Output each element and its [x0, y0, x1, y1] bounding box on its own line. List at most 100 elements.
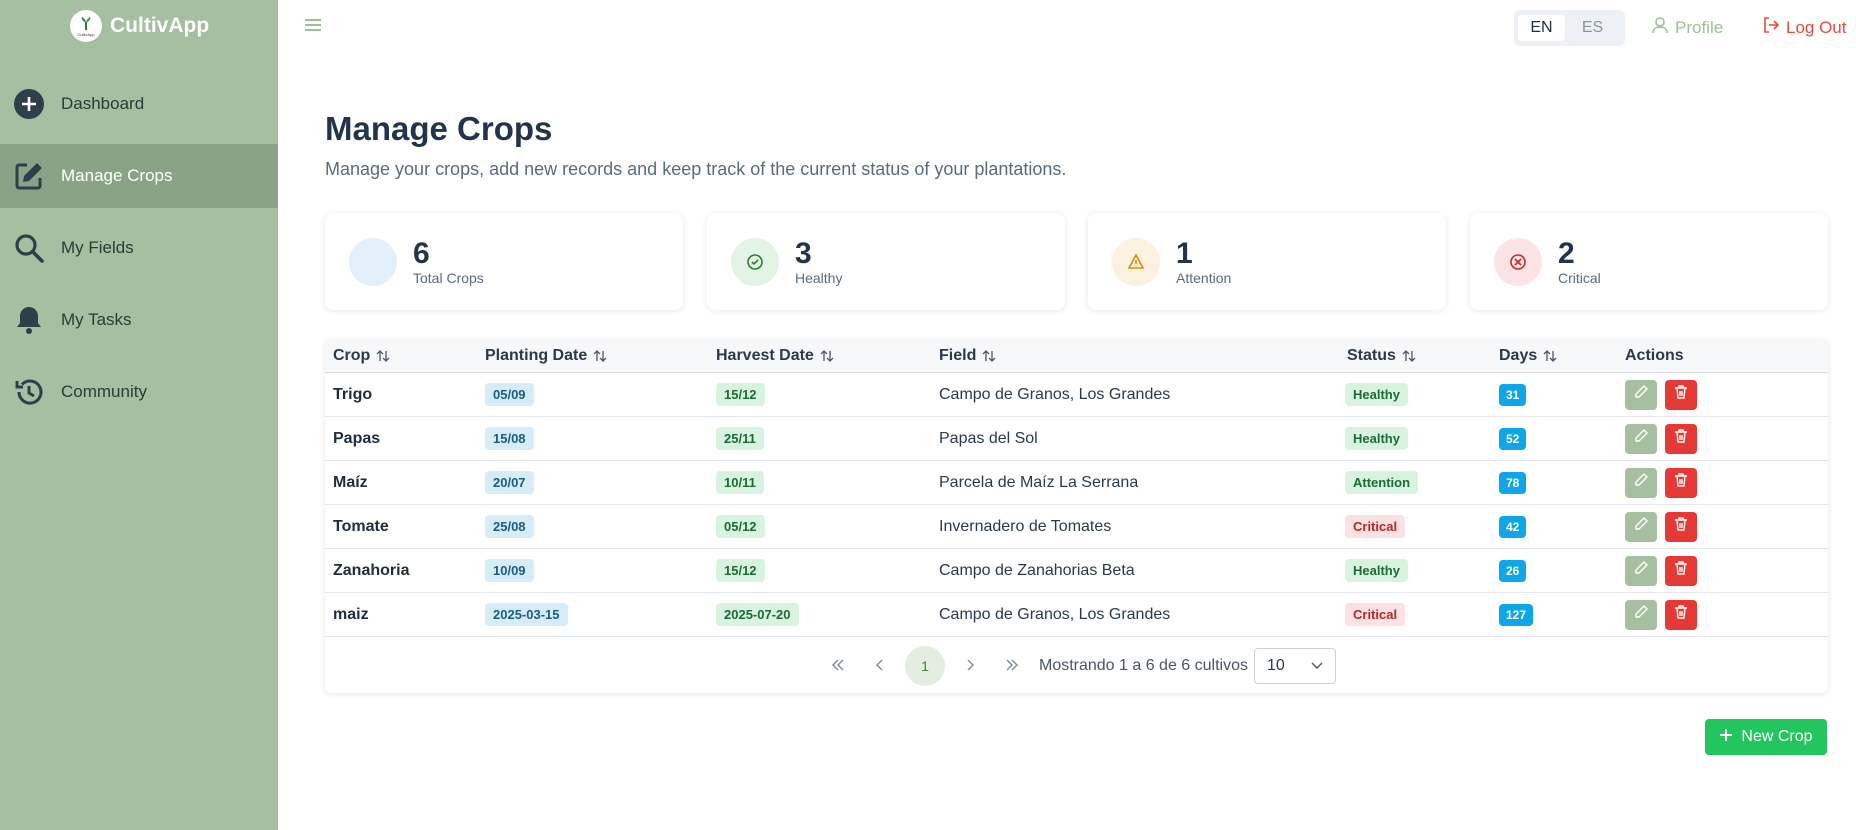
- new-crop-button[interactable]: New Crop: [1705, 719, 1827, 755]
- trash-icon: [1674, 604, 1688, 625]
- status-badge: Critical: [1345, 603, 1406, 626]
- edit-icon: [12, 159, 46, 193]
- days-badge: 127: [1499, 603, 1534, 626]
- th-status[interactable]: Status: [1347, 339, 1416, 373]
- table-row: Zanahoria 10/09 15/12 Campo de Zanahorias B…: [325, 549, 1828, 593]
- edit-button[interactable]: [1625, 511, 1657, 542]
- cell-field: Papas del Sol: [939, 429, 1038, 447]
- trash-icon: [1674, 560, 1688, 581]
- cell-days: 127: [1499, 593, 1534, 636]
- brand[interactable]: CultivApp CultivApp: [70, 10, 209, 42]
- th-days[interactable]: Days: [1499, 339, 1557, 373]
- prev-page-button[interactable]: [863, 649, 897, 683]
- pagination-info: Mostrando 1 a 6 de 6 cultivos: [1038, 657, 1248, 674]
- cell-actions: [1625, 373, 1705, 416]
- app-logo-icon: CultivApp: [70, 10, 102, 42]
- user-icon: [1651, 16, 1669, 39]
- plus-circle-icon: [12, 87, 46, 121]
- delete-button[interactable]: [1665, 599, 1697, 630]
- chevron-left-icon: [875, 658, 884, 674]
- last-page-button[interactable]: [995, 649, 1029, 683]
- double-chevron-right-icon: [1005, 658, 1019, 674]
- th-planting-date[interactable]: Planting Date: [485, 339, 607, 373]
- cell-days: 52: [1499, 417, 1527, 460]
- logout-icon: [1762, 16, 1780, 39]
- cell-actions: [1625, 461, 1705, 504]
- cell-planting-date: 25/08: [485, 505, 534, 548]
- chevron-right-icon: [966, 658, 974, 674]
- cell-harvest-date: 05/12: [716, 505, 765, 548]
- stat-card-total: 6 Total Crops: [325, 213, 683, 310]
- table-row: maiz 2025-03-15 2025-07-20 Campo de Granos,…: [325, 593, 1828, 637]
- search-icon: [12, 231, 46, 265]
- bell-icon: [12, 303, 46, 337]
- pencil-icon: [1633, 472, 1649, 493]
- sidebar-item-my-tasks[interactable]: My Tasks: [0, 288, 278, 352]
- page-button-current[interactable]: 1: [904, 646, 945, 686]
- th-harvest-date[interactable]: Harvest Date: [716, 339, 834, 373]
- planting-date-pill: 05/09: [485, 383, 534, 406]
- pencil-icon: [1633, 384, 1649, 405]
- cell-harvest-date: 2025-07-20: [716, 593, 799, 636]
- cell-harvest-date: 15/12: [716, 549, 765, 592]
- th-label: Days: [1499, 347, 1538, 364]
- profile-link[interactable]: Profile: [1651, 16, 1723, 39]
- edit-button[interactable]: [1625, 599, 1657, 630]
- cell-actions: [1625, 549, 1705, 592]
- cell-crop: Trigo: [333, 385, 373, 403]
- days-badge: 31: [1499, 383, 1527, 406]
- sidebar-item-dashboard[interactable]: Dashboard: [0, 72, 278, 136]
- cell-actions: [1625, 505, 1705, 548]
- delete-button[interactable]: [1665, 423, 1697, 454]
- delete-button[interactable]: [1665, 555, 1697, 586]
- sidebar-item-my-fields[interactable]: My Fields: [0, 216, 278, 280]
- th-label: Actions: [1625, 347, 1684, 364]
- cell-planting-date: 15/08: [485, 417, 534, 460]
- edit-button[interactable]: [1625, 555, 1657, 586]
- harvest-date-pill: 10/11: [716, 471, 764, 494]
- pencil-icon: [1633, 604, 1649, 625]
- th-label: Field: [939, 347, 977, 364]
- th-field[interactable]: Field: [939, 339, 996, 373]
- th-label: Planting Date: [485, 347, 588, 364]
- stat-card-critical: 2 Critical: [1470, 213, 1828, 310]
- edit-button[interactable]: [1625, 423, 1657, 454]
- page-size-select[interactable]: 10: [1254, 648, 1336, 684]
- trash-icon: [1674, 384, 1688, 405]
- edit-button[interactable]: [1625, 379, 1657, 410]
- page-title: Manage Crops: [325, 110, 553, 147]
- sidebar-item-community[interactable]: Community: [0, 360, 278, 424]
- logout-link[interactable]: Log Out: [1762, 16, 1847, 39]
- cell-status: Healthy: [1345, 417, 1408, 460]
- lang-es-button[interactable]: ES: [1569, 15, 1616, 41]
- stat-value: 1: [1176, 237, 1193, 270]
- cell-actions: [1625, 417, 1705, 460]
- sidebar-item-label: Manage Crops: [61, 166, 173, 185]
- menu-toggle-button[interactable]: [302, 17, 324, 37]
- delete-button[interactable]: [1665, 379, 1697, 410]
- cell-harvest-date: 25/11: [716, 417, 764, 460]
- pencil-icon: [1633, 560, 1649, 581]
- page-size-value: 10: [1267, 657, 1285, 674]
- sidebar-item-manage-crops[interactable]: Manage Crops: [0, 144, 278, 208]
- next-page-button[interactable]: [953, 649, 987, 683]
- first-page-button[interactable]: [821, 649, 855, 683]
- check-circle-icon: [731, 238, 779, 286]
- cell-days: 42: [1499, 505, 1527, 548]
- stat-value: 3: [795, 237, 812, 270]
- stat-value: 2: [1558, 237, 1575, 270]
- sidebar-item-label: My Tasks: [61, 310, 132, 329]
- sort-icon: [982, 349, 996, 363]
- sidebar-item-label: My Fields: [61, 238, 134, 257]
- cell-planting-date: 2025-03-15: [485, 593, 568, 636]
- cell-status: Critical: [1345, 593, 1406, 636]
- chevron-down-icon: [1311, 657, 1323, 675]
- sidebar-nav: Dashboard Manage Crops My Fields My Task…: [0, 72, 278, 432]
- delete-button[interactable]: [1665, 511, 1697, 542]
- lang-en-button[interactable]: EN: [1518, 15, 1565, 41]
- delete-button[interactable]: [1665, 467, 1697, 498]
- th-label: Status: [1347, 347, 1396, 364]
- edit-button[interactable]: [1625, 467, 1657, 498]
- cell-status: Healthy: [1345, 549, 1408, 592]
- th-crop[interactable]: Crop: [333, 339, 390, 373]
